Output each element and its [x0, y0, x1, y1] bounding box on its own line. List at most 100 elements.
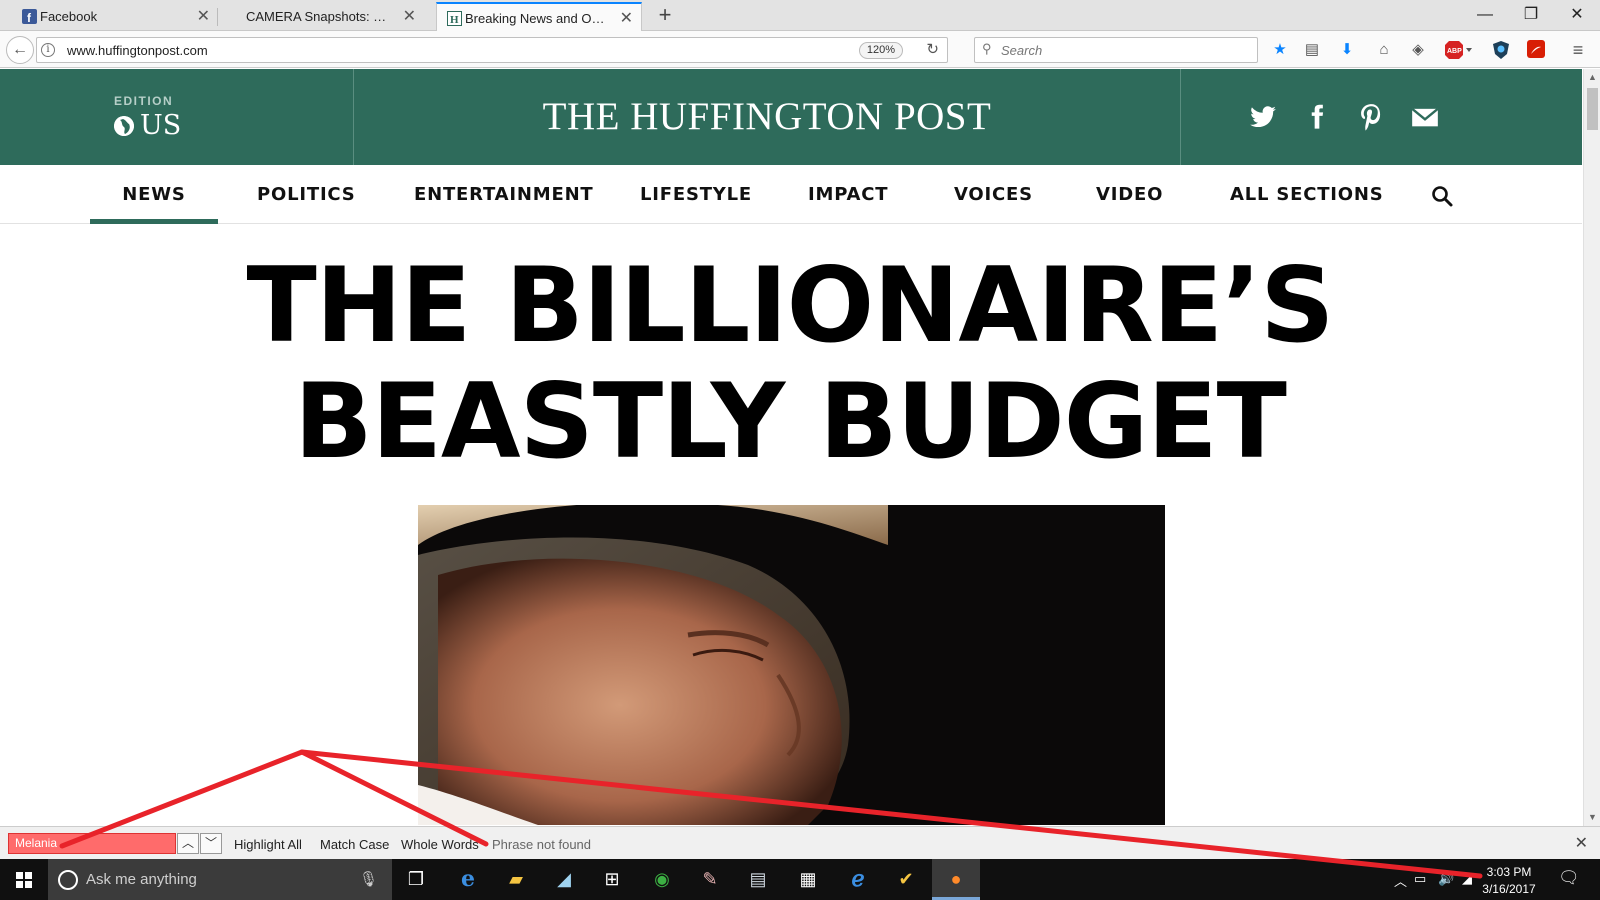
- paint-icon[interactable]: ✎: [686, 859, 734, 900]
- tab-title: Breaking News and Opini...: [465, 11, 623, 26]
- cortana-search-box[interactable]: Ask me anything 🎙: [48, 859, 392, 900]
- network-icon[interactable]: ◢: [1462, 871, 1472, 887]
- svg-text:H: H: [450, 14, 459, 26]
- close-tab-icon[interactable]: ✕: [620, 4, 633, 31]
- section-nav: NEWS POLITICS ENTERTAINMENT LIFESTYLE IM…: [0, 165, 1582, 224]
- search-placeholder: Search: [1001, 43, 1043, 58]
- close-find-bar-icon[interactable]: ✕: [1575, 833, 1588, 853]
- page-scrollbar[interactable]: ▲ ▼: [1583, 69, 1600, 826]
- tab-huffington-post[interactable]: H Breaking News and Opini... ✕: [436, 2, 642, 31]
- tab-title: CAMERA Snapshots: Huffingt...: [246, 9, 424, 24]
- store-icon[interactable]: ⊞: [588, 859, 636, 900]
- lead-story-photo[interactable]: [418, 505, 1165, 825]
- pocket-icon[interactable]: ◈: [1408, 40, 1428, 60]
- windows-start-icon[interactable]: [0, 859, 48, 900]
- internet-explorer-icon[interactable]: ℯ: [834, 859, 882, 900]
- restore-button[interactable]: ❐: [1508, 0, 1554, 31]
- firefox-icon[interactable]: ●: [932, 859, 980, 900]
- shield-extension-icon[interactable]: [1491, 40, 1511, 60]
- system-clock[interactable]: 3:03 PM 3/16/2017: [1477, 864, 1541, 898]
- notepad-icon[interactable]: ▤: [734, 859, 782, 900]
- facebook-favicon-icon: f: [22, 9, 37, 24]
- close-window-button[interactable]: ✕: [1554, 0, 1600, 31]
- find-status: Phrase not found: [492, 837, 592, 852]
- headline-line-2: BEASTLY BUDGET: [294, 362, 1287, 482]
- cortana-placeholder: Ask me anything: [86, 871, 197, 888]
- globe-icon: [114, 116, 134, 136]
- calculator-icon[interactable]: ▦: [784, 859, 832, 900]
- section-news[interactable]: NEWS: [90, 165, 218, 224]
- cortana-icon: [58, 870, 78, 890]
- site-masthead: EDITION US THE HUFFINGTON POST: [0, 69, 1582, 165]
- zoom-level-badge[interactable]: 120%: [858, 42, 903, 59]
- close-tab-icon[interactable]: ✕: [197, 2, 210, 31]
- edition-label: EDITION: [114, 94, 174, 108]
- svg-text:ABP: ABP: [1447, 48, 1462, 55]
- section-impact[interactable]: IMPACT: [808, 165, 888, 224]
- twitter-icon[interactable]: [1249, 103, 1277, 131]
- minimize-button[interactable]: —: [1462, 0, 1508, 31]
- tray-overflow-icon[interactable]: ︿: [1394, 871, 1407, 890]
- section-politics[interactable]: POLITICS: [257, 165, 356, 224]
- download-icon[interactable]: ⬇: [1337, 40, 1357, 60]
- navigation-toolbar: ← i www.huffingtonpost.com 120% ↻ ⚲ Sear…: [0, 31, 1600, 68]
- section-entertainment[interactable]: ENTERTAINMENT: [414, 165, 594, 224]
- email-icon[interactable]: [1411, 103, 1439, 131]
- tab-title: Facebook: [40, 9, 98, 24]
- scroll-up-arrow[interactable]: ▲: [1584, 69, 1600, 86]
- search-icon: ⚲: [982, 41, 992, 56]
- pinterest-icon[interactable]: [1357, 103, 1385, 131]
- adblock-icon[interactable]: ABP: [1444, 40, 1474, 60]
- address-bar[interactable]: i www.huffingtonpost.com 120% ↻: [36, 37, 948, 63]
- tab-facebook[interactable]: f Facebook ✕: [12, 2, 218, 31]
- edge-browser-icon[interactable]: e: [444, 859, 492, 900]
- new-tab-button[interactable]: +: [650, 0, 680, 31]
- xbox-icon[interactable]: ◉: [638, 859, 686, 900]
- find-previous-button[interactable]: ︿: [177, 833, 199, 854]
- find-next-button[interactable]: ﹀: [200, 833, 222, 854]
- acrobat-icon[interactable]: [1526, 40, 1546, 60]
- app-icon-pen[interactable]: ◢: [540, 859, 588, 900]
- action-center-icon[interactable]: 🗨: [1558, 868, 1580, 888]
- volume-icon[interactable]: 🔊: [1438, 871, 1454, 887]
- section-voices[interactable]: VOICES: [954, 165, 1033, 224]
- edition-selector[interactable]: EDITION US: [0, 69, 354, 165]
- section-video[interactable]: VIDEO: [1096, 165, 1163, 224]
- url-text: www.huffingtonpost.com: [67, 43, 208, 58]
- tab-camera-snapshots[interactable]: CAMERA Snapshots: Huffingt... ✕: [218, 2, 424, 31]
- reading-list-icon[interactable]: ▤: [1302, 40, 1322, 60]
- back-button[interactable]: ←: [6, 36, 34, 64]
- headline-line-1: THE BILLIONAIRE’S: [246, 246, 1335, 366]
- file-explorer-icon[interactable]: ▰: [492, 859, 540, 900]
- facebook-icon[interactable]: [1303, 103, 1331, 131]
- hamburger-menu-icon[interactable]: ≡: [1568, 40, 1588, 60]
- search-icon[interactable]: [1430, 184, 1454, 208]
- match-case-toggle[interactable]: Match Case: [320, 837, 389, 852]
- find-input[interactable]: Melania: [8, 833, 176, 854]
- clock-date: 3/16/2017: [1482, 882, 1536, 896]
- section-all-sections[interactable]: ALL SECTIONS: [1230, 165, 1384, 224]
- scroll-thumb[interactable]: [1587, 88, 1598, 130]
- portrait-illustration: [418, 505, 1165, 825]
- scroll-down-arrow[interactable]: ▼: [1584, 809, 1600, 826]
- find-bar: Melania ︿ ﹀ Highlight All Match Case Who…: [0, 826, 1600, 859]
- huffpost-favicon-icon: H: [447, 11, 462, 26]
- search-input[interactable]: ⚲ Search: [974, 37, 1258, 63]
- microphone-icon[interactable]: 🎙: [359, 870, 378, 888]
- home-icon[interactable]: ⌂: [1374, 40, 1394, 60]
- close-tab-icon[interactable]: ✕: [403, 2, 416, 31]
- reload-icon[interactable]: ↻: [926, 40, 939, 58]
- tab-strip: f Facebook ✕ CAMERA Snapshots: Huffingt.…: [0, 0, 1600, 31]
- battery-icon[interactable]: ▭: [1414, 871, 1426, 887]
- section-lifestyle[interactable]: LIFESTYLE: [640, 165, 752, 224]
- highlight-all-toggle[interactable]: Highlight All: [234, 837, 302, 852]
- whole-words-toggle[interactable]: Whole Words: [401, 837, 479, 852]
- clock-time: 3:03 PM: [1486, 865, 1532, 879]
- norton-icon[interactable]: ✔: [882, 859, 930, 900]
- edition-value: US: [140, 110, 182, 141]
- bookmark-star-icon[interactable]: ★: [1270, 40, 1290, 60]
- main-headline[interactable]: THE BILLIONAIRE’S BEASTLY BUDGET: [200, 248, 1380, 480]
- site-logo[interactable]: THE HUFFINGTON POST: [354, 69, 1180, 165]
- task-view-icon[interactable]: ❐: [392, 859, 440, 900]
- site-info-icon[interactable]: i: [41, 43, 55, 57]
